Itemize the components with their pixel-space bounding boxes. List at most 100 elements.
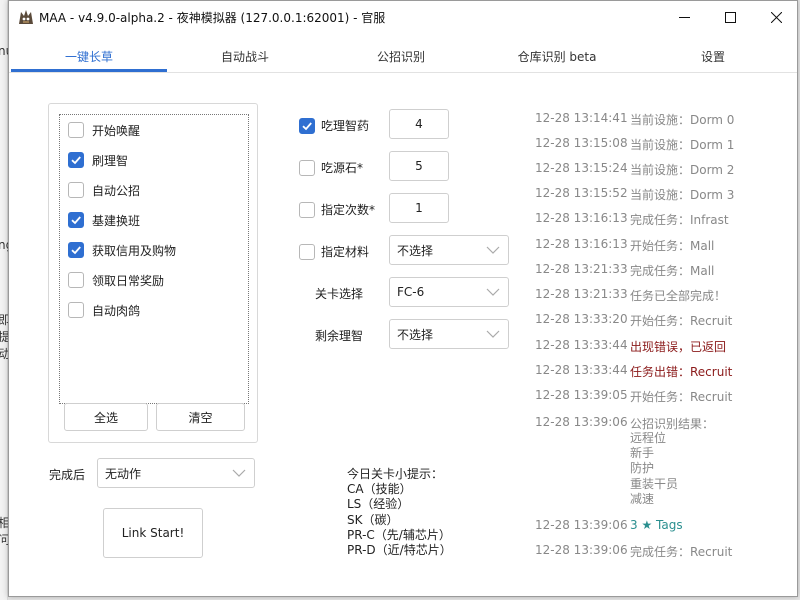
task-checkbox[interactable] [68, 302, 84, 318]
maximize-button[interactable] [707, 1, 753, 33]
close-button[interactable] [753, 1, 799, 33]
maa-app-icon [17, 8, 35, 26]
material-option[interactable]: 指定材料 [299, 243, 369, 260]
log-time: 12-28 13:39:06 [535, 415, 628, 429]
select-all-button[interactable]: 全选 [64, 403, 148, 431]
clear-button[interactable]: 清空 [156, 403, 245, 431]
task-item-award[interactable]: 领取日常奖励 [68, 269, 164, 291]
log-message: 任务出错：Recruit [630, 365, 733, 379]
log-message: 公招识别结果： [630, 417, 715, 431]
after-complete-select[interactable]: 无动作 [97, 458, 255, 488]
log-message: 完成任务：Mall [630, 264, 715, 278]
link-start-button[interactable]: Link Start! [103, 508, 203, 558]
log-time: 12-28 13:33:44 [535, 363, 628, 377]
checkmark-icon [71, 246, 81, 255]
log-time: 12-28 13:14:41 [535, 111, 628, 125]
tab-depot[interactable]: 仓库识别 beta [479, 41, 635, 71]
stage-label: 关卡选择 [315, 287, 364, 301]
log-message: 完成任务：Infrast [630, 213, 729, 227]
log-time: 12-28 13:33:44 [535, 338, 628, 352]
recruit-tags-list: 远程位 新手 防护 重装干员 减速 [630, 431, 678, 507]
stone-option[interactable]: 吃源石* [299, 159, 363, 176]
tab-auto-battle[interactable]: 自动战斗 [167, 41, 323, 71]
remaining-sanity-label: 剩余理智 [315, 329, 364, 343]
log-entry: 12-28 13:39:06 完成任务：Recruit [535, 543, 732, 560]
medicine-checkbox[interactable] [299, 117, 315, 134]
log-message: 当前设施：Dorm 3 [630, 188, 735, 202]
tab-recruit[interactable]: 公招识别 [323, 41, 479, 71]
log-message: 任务已全部完成！ [630, 289, 727, 303]
task-item-wakeup[interactable]: 开始唤醒 [68, 119, 140, 141]
task-item-roguelike[interactable]: 自动肉鸽 [68, 299, 140, 321]
window-title: MAA - v4.9.0-alpha.2 - 夜神模拟器 (127.0.0.1:… [39, 11, 386, 25]
active-tab-indicator [11, 69, 167, 72]
log-time: 12-28 13:33:20 [535, 312, 628, 326]
task-checkbox[interactable] [68, 242, 84, 258]
task-checkbox[interactable] [68, 182, 84, 198]
recruit-tag: 重装干员 [630, 476, 679, 491]
task-label: 开始唤醒 [92, 123, 141, 138]
log-entry: 12-28 13:33:20 开始任务：Recruit [535, 312, 732, 329]
log-message: 当前设施：Dorm 1 [630, 138, 735, 152]
tab-one-key[interactable]: 一键长草 [11, 41, 167, 71]
log-entry: 12-28 13:14:41 当前设施：Dorm 0 [535, 111, 734, 128]
minimize-icon [678, 16, 690, 18]
task-checkbox[interactable] [68, 152, 84, 168]
log-entry: 12-28 13:15:52 当前设施：Dorm 3 [535, 186, 734, 203]
maximize-icon [724, 11, 736, 23]
task-item-fight[interactable]: 刷理智 [68, 149, 128, 171]
times-label: 指定次数* [321, 203, 376, 217]
stage-tip-line: SK（碳） [347, 512, 399, 527]
stage-tip-line: PR-C（先/辅芯片） [347, 527, 451, 542]
recruit-tag: 新手 [630, 446, 655, 461]
checkmark-icon [302, 121, 312, 130]
close-icon [770, 11, 782, 23]
log-message: 当前设施：Dorm 2 [630, 163, 735, 177]
log-time: 12-28 13:39:05 [535, 388, 628, 402]
log-time: 12-28 13:39:06 [535, 543, 628, 557]
log-message: 完成任务：Recruit [630, 545, 733, 559]
material-select[interactable]: 不选择 [389, 235, 509, 265]
log-entry: 12-28 13:21:33 任务已全部完成！ [535, 287, 726, 304]
medicine-count-input[interactable]: 4 [389, 109, 449, 139]
times-option[interactable]: 指定次数* [299, 201, 375, 218]
task-checkbox[interactable] [68, 122, 84, 138]
chevron-down-icon [232, 469, 246, 477]
task-item-recruit[interactable]: 自动公招 [68, 179, 140, 201]
times-count-input[interactable]: 1 [389, 193, 449, 223]
medicine-option[interactable]: 吃理智药 [299, 117, 369, 134]
stage-tips-title: 今日关卡小提示： [347, 467, 444, 481]
after-complete-label: 完成后 [49, 468, 86, 482]
log-entry: 12-28 13:39:06 3 ★ Tags [535, 518, 683, 532]
minimize-button[interactable] [661, 1, 707, 33]
log-entry: 12-28 13:39:05 开始任务：Recruit [535, 388, 732, 405]
log-entry: 12-28 13:15:24 当前设施：Dorm 2 [535, 161, 734, 178]
times-checkbox[interactable] [299, 201, 315, 218]
task-checkbox[interactable] [68, 272, 84, 288]
task-list: 开始唤醒 刷理智 自动公招 基建换班 获取信用及购物 领取日常奖励 自动肉鸽 [59, 114, 249, 404]
maa-window: MAA - v4.9.0-alpha.2 - 夜神模拟器 (127.0.0.1:… [8, 0, 798, 597]
tab-settings[interactable]: 设置 [635, 41, 791, 71]
stage-tip-line: PR-D（近/特芯片） [347, 543, 452, 558]
task-item-mall[interactable]: 获取信用及购物 [68, 239, 176, 261]
log-message: 3 ★ Tags [630, 518, 683, 532]
remaining-sanity-select[interactable]: 不选择 [389, 319, 509, 349]
title-bar[interactable]: MAA - v4.9.0-alpha.2 - 夜神模拟器 (127.0.0.1:… [9, 1, 797, 33]
task-item-infrast[interactable]: 基建换班 [68, 209, 140, 231]
remaining-sanity-value: 不选择 [397, 327, 434, 342]
material-value: 不选择 [397, 243, 434, 258]
task-label: 自动肉鸽 [92, 303, 141, 318]
material-checkbox[interactable] [299, 243, 315, 260]
stage-select[interactable]: FC-6 [389, 277, 509, 307]
log-time: 12-28 13:21:33 [535, 262, 628, 276]
stone-count-input[interactable]: 5 [389, 151, 449, 181]
task-checkbox[interactable] [68, 212, 84, 228]
log-entry: 12-28 13:39:06 公招识别结果： [535, 415, 714, 432]
log-time: 12-28 13:15:08 [535, 136, 628, 150]
task-label: 自动公招 [92, 183, 141, 198]
log-time: 12-28 13:39:06 [535, 518, 628, 532]
log-entry: 12-28 13:33:44 任务出错：Recruit [535, 363, 732, 380]
stone-checkbox[interactable] [299, 159, 315, 176]
background-window-edge [0, 0, 8, 600]
log-message: 出现错误，已返回 [630, 340, 727, 354]
